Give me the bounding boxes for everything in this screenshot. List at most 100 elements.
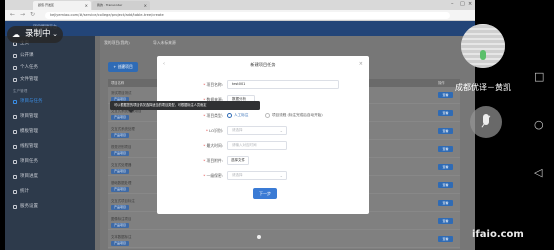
view-button[interactable]: 查看 [438, 110, 453, 116]
tab-import[interactable]: 导入未标来源 [153, 40, 176, 45]
sidebar-item-files[interactable]: 文件管理 [13, 75, 95, 85]
chart-icon [13, 190, 17, 194]
browser-tab-1[interactable]: 颜值·开发区 × [33, 1, 91, 10]
maximize-icon[interactable]: □ [460, 0, 465, 9]
form-row-lo: * LO识别: 请选择 ⌄ [157, 126, 369, 135]
view-button[interactable]: 查看 [438, 92, 453, 98]
view-button[interactable]: 查看 [438, 128, 453, 134]
sidebar-item-tasks[interactable]: 个人任务 [13, 63, 95, 73]
close-icon[interactable]: × [85, 1, 88, 10]
back-nav-icon[interactable]: ◁ [534, 166, 542, 179]
content-tabs: 我的项目(我的) 导入未标来源 [104, 40, 198, 46]
tab-label: 颜值·开发区 [38, 3, 54, 7]
sidebar-item-threads[interactable]: 线程管理 [13, 142, 95, 152]
sidebar-item-label: 项目进度 [20, 174, 38, 179]
next-button[interactable]: 下一步 [253, 188, 277, 199]
home-nav-icon[interactable]: ○ [534, 118, 544, 131]
column-header: 项目名称 [111, 81, 125, 85]
lo-select[interactable]: 请选择 ⌄ [227, 126, 287, 135]
status-badge: 产品项目 [111, 205, 130, 210]
sidebar-item-label: 项目管理 [20, 114, 38, 119]
android-nav-bar: □ ○ ◁ [527, 0, 554, 250]
row-name: 图像标注项目 [111, 217, 132, 221]
field-label: * LO识别: [206, 128, 223, 133]
thread-icon [13, 145, 17, 149]
choose-file-button[interactable]: 选择文件 [227, 156, 249, 165]
column-header: 操作 [438, 81, 445, 85]
close-icon[interactable]: × [359, 61, 363, 67]
folder-icon [13, 115, 17, 119]
minimize-icon[interactable]: – [451, 0, 454, 9]
browser-tab-2[interactable]: 我的 · Transcoder × [92, 1, 150, 10]
recording-indicator[interactable]: ☁ 录制中 ⌄ [7, 26, 63, 43]
create-task-dialog: ‹ 新建项目任务 × * 项目名称: test001 * 数据来源: 数据分析 … [157, 56, 369, 214]
watermark-text: ifaio.com [472, 229, 524, 240]
sidebar-item-stats[interactable]: 统计 [13, 187, 95, 197]
time-input[interactable]: 请输入对应时间 [227, 141, 287, 150]
chevron-down-icon: ⌄ [279, 173, 283, 178]
task-icon [13, 66, 17, 70]
sidebar-item-label: 线程管理 [20, 144, 38, 149]
status-badge: 产品项目 [111, 169, 130, 174]
field-label: * 一级保密: [203, 173, 223, 178]
radio-manual[interactable] [227, 113, 232, 118]
form-row-time: * 最大时间: 请输入对应时间 [157, 141, 369, 150]
radio-flow[interactable] [265, 113, 270, 118]
sidebar-item-templates[interactable]: 模板管理 [13, 127, 95, 137]
sidebar-item-progress[interactable]: 项目进度 [13, 172, 95, 182]
view-button[interactable]: 查看 [438, 182, 453, 188]
sidebar-item-course[interactable]: 公开课 [13, 51, 95, 61]
create-project-button[interactable]: + 创建项目 [108, 62, 138, 72]
close-window-icon[interactable]: × [468, 0, 472, 9]
screen-recording: 颜值·开发区 × 我的 · Transcoder × – □ × ← → ↻ k… [5, 0, 475, 250]
sidebar-item-label: 项目任务 [20, 159, 38, 164]
sidebar-item-label: 模板管理 [20, 129, 38, 134]
address-bar: ← → ↻ kejiyemiao.com/#/service/college/p… [5, 10, 475, 21]
row-name: 文本数据标注 [111, 235, 132, 239]
project-name-input[interactable]: test001 [227, 80, 339, 89]
status-badge: 产品项目 [111, 133, 130, 138]
course-icon [13, 54, 17, 58]
classification-select[interactable]: 请选择 ⌄ [227, 171, 287, 180]
back-icon[interactable]: ← [10, 11, 15, 18]
form-row-class: * 一级保密: 请选择 ⌄ [157, 171, 369, 180]
project-icon [13, 100, 17, 104]
forward-icon[interactable]: → [20, 11, 25, 18]
avatar-image [461, 24, 505, 68]
reload-icon[interactable]: ↻ [30, 11, 35, 18]
progress-icon [13, 175, 17, 179]
status-badge: 产品项目 [111, 151, 130, 156]
view-button[interactable]: 查看 [438, 146, 453, 152]
type-tooltip: 可以根据您的项目情况选择适当的项目类型，可根据标注人员而定 [110, 101, 260, 113]
sidebar-item-project-tasks[interactable]: 项目任务 [13, 157, 95, 167]
sidebar-item-settings[interactable]: 服务设置 [13, 202, 95, 212]
close-icon[interactable]: × [144, 1, 147, 10]
mic-active-icon [480, 50, 486, 60]
sidebar-item-label: 统计 [20, 189, 29, 194]
row-name: 交互式处理器 [111, 163, 132, 167]
sidebar-item-label: 公开课 [20, 53, 34, 58]
view-button[interactable]: 查看 [438, 236, 453, 242]
speaker-caption: 成都优译－黄凯 [455, 83, 511, 92]
tab-my-projects[interactable]: 我的项目(我的) [104, 40, 130, 45]
chevron-down-icon: ⌄ [52, 30, 58, 38]
url-field[interactable]: kejiyemiao.com/#/service/college/project… [45, 12, 450, 19]
gear-icon [13, 205, 17, 209]
square-nav-icon[interactable]: □ [534, 70, 544, 83]
row-name: 交互式项目标注 [111, 199, 135, 203]
sidebar: 主页 公开课 个人任务 文件管理 生产管理 项目与任务 项目管理 模板管理 线程… [5, 36, 95, 250]
table-row: 文本数据标注 产品项目 查看 [108, 232, 460, 248]
sidebar-item-projects[interactable]: 项目与任务 [13, 97, 95, 107]
row-name: 基础数据处理 [111, 181, 132, 185]
form-row-name: * 项目名称: test001 [157, 80, 369, 89]
view-button[interactable]: 查看 [438, 218, 453, 224]
view-button[interactable]: 查看 [438, 200, 453, 206]
phone-frame: 颜值·开发区 × 我的 · Transcoder × – □ × ← → ↻ k… [0, 0, 554, 250]
status-badge: 产品项目 [111, 115, 130, 120]
view-button[interactable]: 查看 [438, 164, 453, 170]
field-label: * 项目名称: [203, 82, 223, 87]
mute-mic-button[interactable] [470, 106, 502, 138]
sidebar-item-label: 文件管理 [20, 77, 38, 82]
sidebar-item-project-manage[interactable]: 项目管理 [13, 112, 95, 122]
row-name: 交互式系统处理 [111, 127, 135, 131]
